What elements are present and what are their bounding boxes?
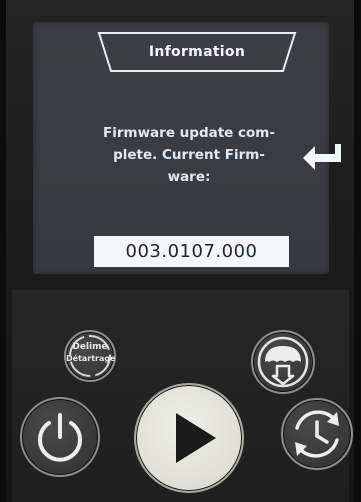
descale-button[interactable]: Delime Détartrage <box>64 330 116 382</box>
screen-title: Information <box>148 44 246 60</box>
enter-icon[interactable] <box>301 142 345 178</box>
power-icon <box>38 413 82 462</box>
play-icon <box>176 413 216 463</box>
message-line: Firmware update com- <box>103 125 275 141</box>
display-screen: Information Firmware update com- plete. … <box>33 22 341 274</box>
timer-button[interactable] <box>281 398 353 470</box>
rinse-button[interactable] <box>251 330 315 394</box>
descale-label: Delime Détartrage <box>66 342 116 364</box>
message-line: plete. Current Firm- <box>113 147 265 163</box>
message-line: ware: <box>167 169 211 185</box>
start-button[interactable] <box>134 383 244 493</box>
rinse-icon <box>257 336 309 388</box>
status-message: Firmware update com- plete. Current Firm… <box>93 122 285 188</box>
firmware-version: 003.0107.000 <box>94 236 289 267</box>
descale-label-en: Delime <box>72 342 108 352</box>
title-banner: Information <box>97 30 297 74</box>
clock-icon <box>295 410 339 458</box>
power-button[interactable] <box>20 397 100 477</box>
device-edge-right <box>354 0 361 502</box>
descale-label-fr: Détartrage <box>66 354 116 363</box>
